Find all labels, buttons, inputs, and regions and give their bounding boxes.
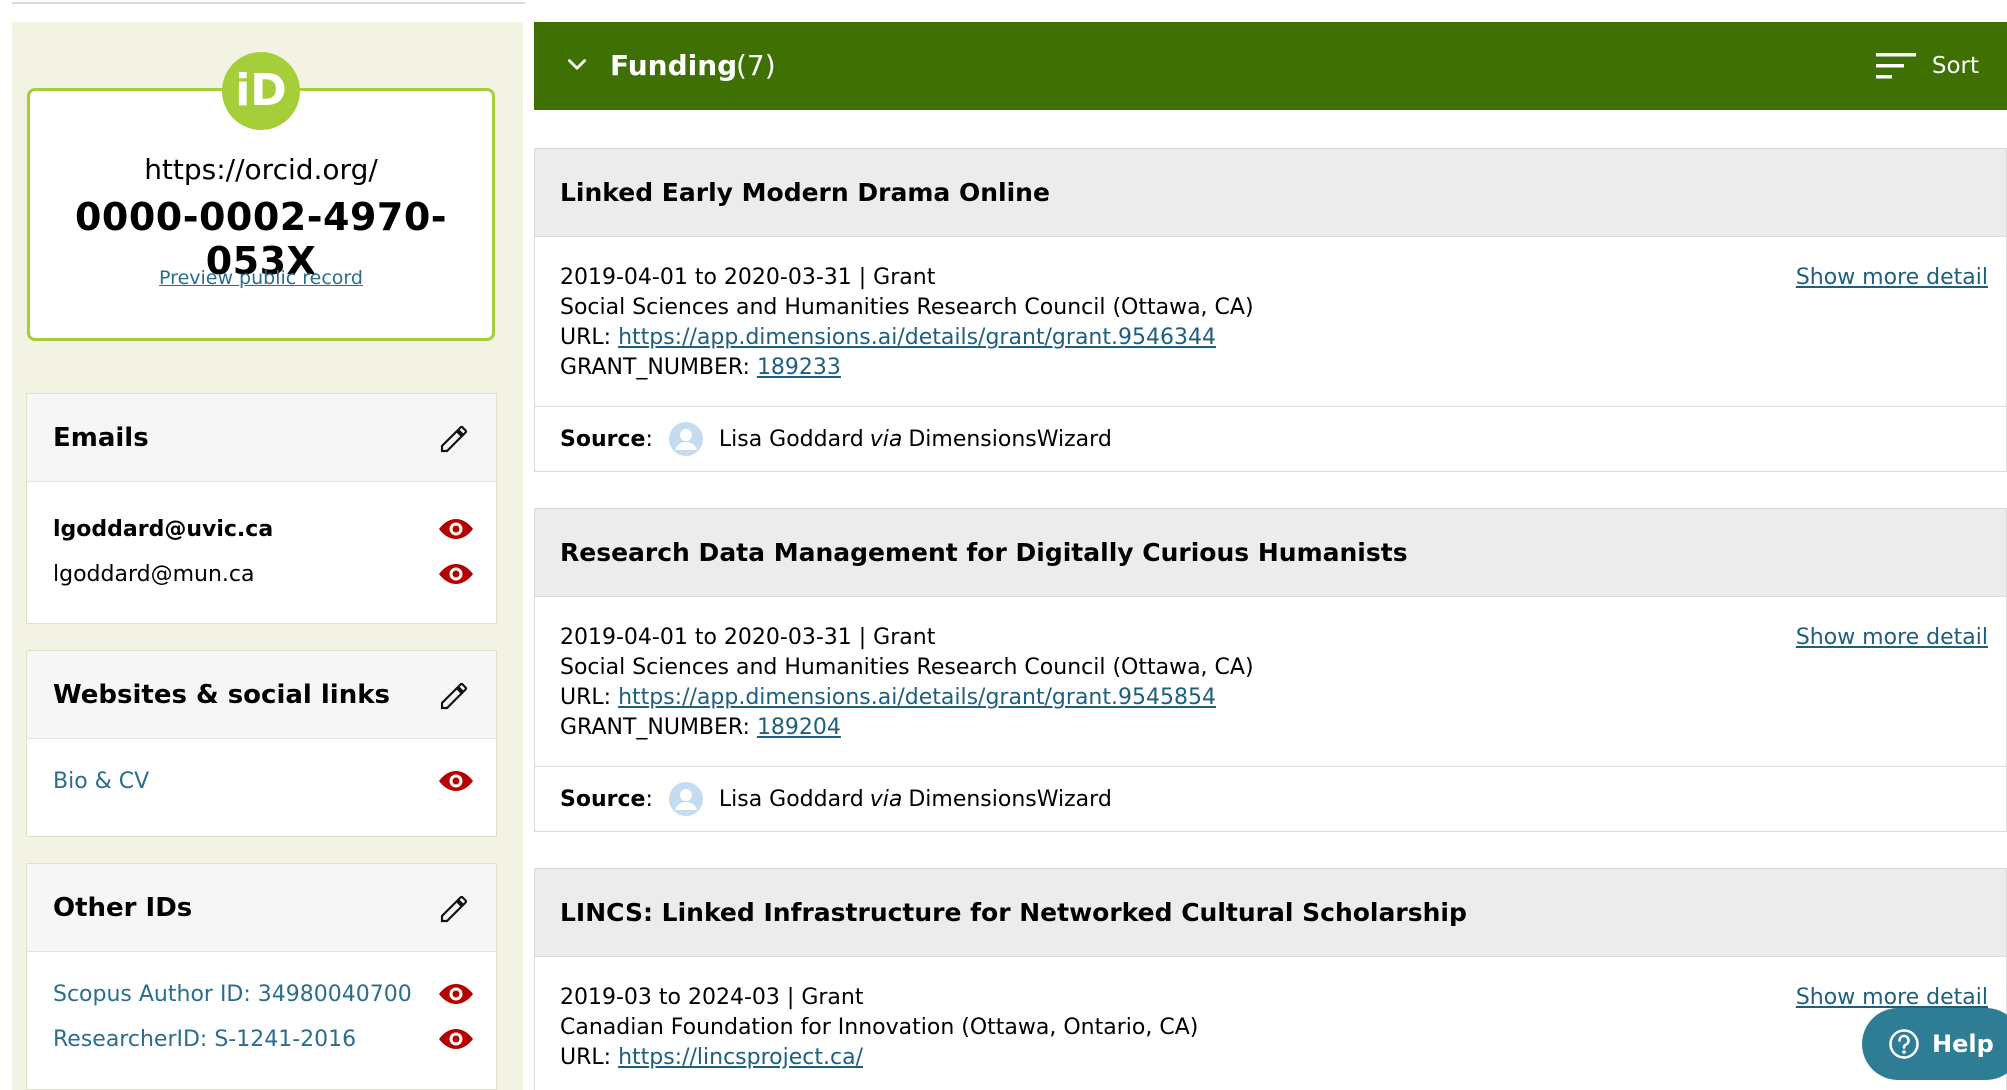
grant-number-link[interactable]: 189204 (757, 715, 841, 740)
grant-number-label: GRANT_NUMBER: (560, 715, 757, 740)
funding-dates-type: 2019-04-01 to 2020-03-31 | Grant (560, 625, 936, 650)
other-id-row: Scopus Author ID: 34980040700 (53, 979, 474, 1009)
emails-panel: Emails lgoddard@uvic.ca lgoddard@mun.ca (26, 393, 497, 624)
sort-button[interactable]: Sort (1875, 46, 1979, 86)
funding-url-link[interactable]: https://lincsproject.ca/ (618, 1045, 863, 1070)
email-row: lgoddard@uvic.ca (53, 514, 474, 544)
show-more-detail-link[interactable]: Show more detail (1796, 625, 1988, 650)
funding-item-header: Research Data Management for Digitally C… (535, 509, 2006, 597)
email-row: lgoddard@mun.ca (53, 559, 474, 589)
website-row: Bio & CV (53, 766, 474, 796)
other-ids-title: Other IDs (53, 893, 193, 923)
eye-icon[interactable] (438, 517, 474, 541)
funding-item: Linked Early Modern Drama Online 2019-04… (534, 148, 2007, 472)
email-address: lgoddard@uvic.ca (53, 516, 274, 542)
help-label: Help (1932, 1030, 1994, 1058)
websites-panel: Websites & social links Bio & CV (26, 650, 497, 837)
emails-title: Emails (53, 423, 149, 453)
question-mark-icon (1889, 1029, 1919, 1059)
funding-url-line: URL: https://app.dimensions.ai/details/g… (560, 685, 1216, 710)
pencil-icon[interactable] (438, 680, 470, 712)
funding-item-body: 2019-03 to 2024-03 | Grant Canadian Foun… (535, 957, 2006, 1090)
funding-item-header: Linked Early Modern Drama Online (535, 149, 2006, 237)
funding-organization: Social Sciences and Humanities Research … (560, 655, 1254, 680)
source-via-label: via (869, 426, 903, 452)
funding-source: Source: Lisa Goddard via DimensionsWizard (535, 767, 2006, 831)
pencil-icon[interactable] (438, 893, 470, 925)
source-name: Lisa Goddard (718, 426, 864, 452)
orcid-url-prefix: https://orcid.org/ (144, 153, 378, 186)
source-separator: : (645, 786, 653, 812)
researcher-id-link[interactable]: ResearcherID: S-1241-2016 (53, 1027, 356, 1052)
url-label: URL: (560, 685, 619, 710)
funding-dates-type: 2019-04-01 to 2020-03-31 | Grant (560, 265, 936, 290)
source-label: Source (560, 786, 646, 812)
source-via-label: via (869, 786, 903, 812)
funding-organization: Social Sciences and Humanities Research … (560, 295, 1254, 320)
funding-organization: Canadian Foundation for Innovation (Otta… (560, 1015, 1199, 1040)
source-via-name: DimensionsWizard (908, 426, 1112, 452)
source-separator: : (645, 426, 653, 452)
funding-item-title: Research Data Management for Digitally C… (560, 538, 1408, 567)
sort-icon (1875, 53, 1916, 79)
user-icon (668, 422, 703, 456)
eye-icon[interactable] (438, 982, 474, 1006)
url-label: URL: (560, 1045, 619, 1070)
orcid-logo-icon: iD (222, 52, 300, 130)
other-ids-panel-header: Other IDs (27, 864, 496, 952)
help-button[interactable]: Help (1862, 1008, 2007, 1080)
eye-icon[interactable] (438, 1027, 474, 1051)
websites-title: Websites & social links (53, 680, 390, 710)
grant-number-label: GRANT_NUMBER: (560, 355, 757, 380)
funding-dates-type: 2019-03 to 2024-03 | Grant (560, 985, 864, 1010)
funding-item: Research Data Management for Digitally C… (534, 508, 2007, 832)
funding-item-body: 2019-04-01 to 2020-03-31 | Grant Social … (535, 237, 2006, 407)
user-icon (668, 782, 703, 816)
email-address: lgoddard@mun.ca (53, 561, 255, 587)
chevron-down-icon[interactable] (564, 52, 590, 78)
source-name: Lisa Goddard (718, 786, 864, 812)
funding-item: LINCS: Linked Infrastructure for Network… (534, 868, 2007, 1090)
url-label: URL: (560, 325, 619, 350)
funding-section-header: Funding (7) Sort (534, 22, 2007, 110)
funding-url-line: URL: https://app.dimensions.ai/details/g… (560, 325, 1216, 350)
show-more-detail-link[interactable]: Show more detail (1796, 985, 1988, 1010)
show-more-detail-link[interactable]: Show more detail (1796, 265, 1988, 290)
funding-url-link[interactable]: https://app.dimensions.ai/details/grant/… (618, 685, 1216, 710)
other-ids-panel: Other IDs Scopus Author ID: 34980040700 … (26, 863, 497, 1090)
funding-url-link[interactable]: https://app.dimensions.ai/details/grant/… (618, 325, 1216, 350)
funding-title: Funding (610, 49, 738, 82)
funding-item-header: LINCS: Linked Infrastructure for Network… (535, 869, 2006, 957)
funding-source: Source: Lisa Goddard via DimensionsWizard (535, 407, 2006, 471)
preview-public-record-link[interactable]: Preview public record (30, 267, 492, 289)
funding-item-title: Linked Early Modern Drama Online (560, 178, 1050, 207)
emails-panel-header: Emails (27, 394, 496, 482)
websites-panel-header: Websites & social links (27, 651, 496, 739)
source-via-name: DimensionsWizard (908, 786, 1112, 812)
eye-icon[interactable] (438, 769, 474, 793)
top-divider (12, 2, 525, 4)
scopus-id-link[interactable]: Scopus Author ID: 34980040700 (53, 982, 412, 1007)
funding-url-line: URL: https://lincsproject.ca/ (560, 1045, 863, 1070)
grant-number-line: GRANT_NUMBER: 189204 (560, 715, 841, 740)
pencil-icon[interactable] (438, 423, 470, 455)
funding-item-title: LINCS: Linked Infrastructure for Network… (560, 898, 1467, 927)
grant-number-line: GRANT_NUMBER: 189233 (560, 355, 841, 380)
website-link[interactable]: Bio & CV (53, 769, 149, 794)
eye-icon[interactable] (438, 562, 474, 586)
funding-item-body: 2019-04-01 to 2020-03-31 | Grant Social … (535, 597, 2006, 767)
funding-count: (7) (736, 49, 776, 82)
source-label: Source (560, 426, 646, 452)
other-id-row: ResearcherID: S-1241-2016 (53, 1024, 474, 1054)
grant-number-link[interactable]: 189233 (757, 355, 841, 380)
sort-label: Sort (1931, 53, 1979, 79)
